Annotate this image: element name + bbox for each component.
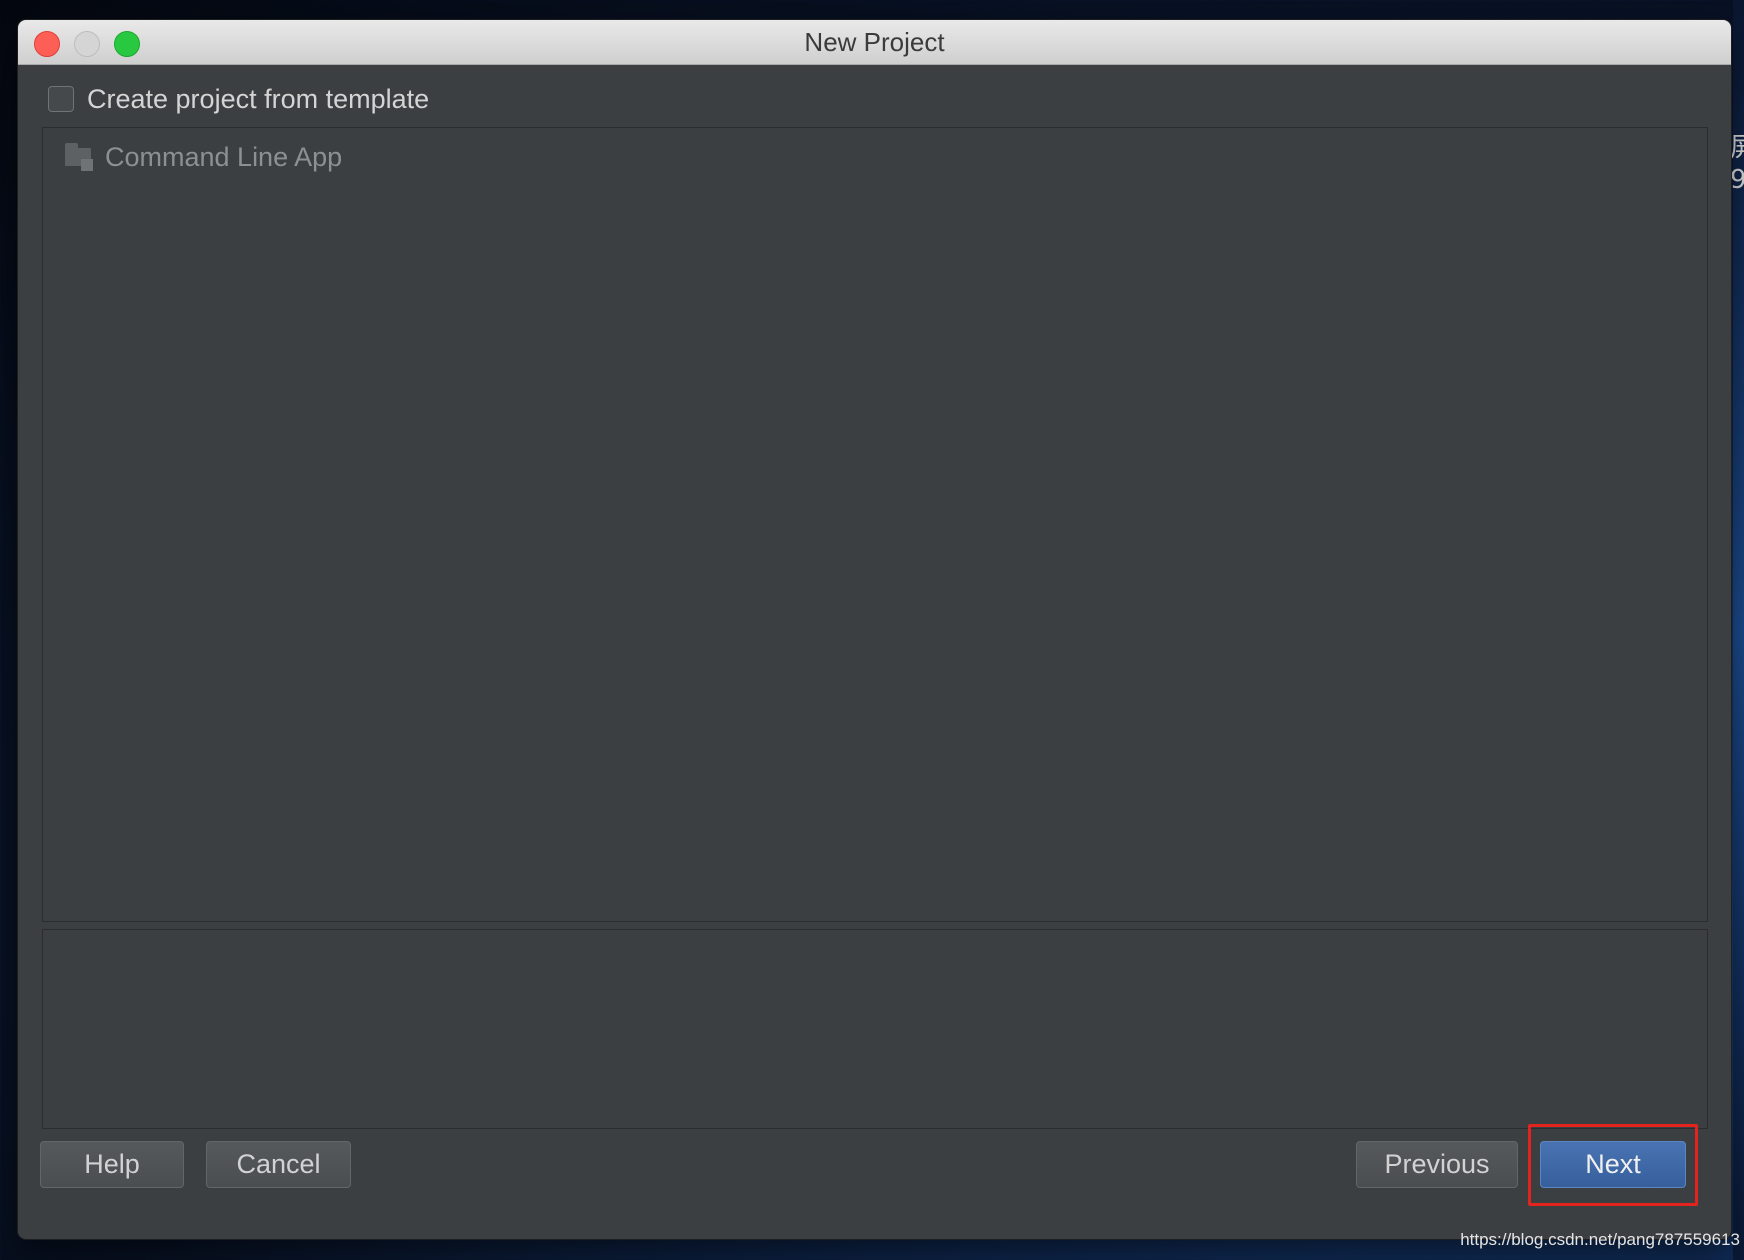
template-list[interactable]: Command Line App [42,127,1708,922]
template-item-command-line-app[interactable]: Command Line App [65,141,342,173]
folder-icon [65,143,95,171]
watermark: https://blog.csdn.net/pang787559613 [1460,1230,1740,1249]
next-button-highlight [1528,1124,1698,1206]
desktop-background-text: 屏 9 [1730,133,1744,195]
template-item-label: Command Line App [105,141,343,172]
create-from-template-option[interactable]: Create project from template [48,82,429,116]
cancel-button[interactable]: Cancel [206,1141,351,1188]
create-from-template-checkbox[interactable] [48,86,74,112]
title-bar[interactable]: New Project [18,20,1731,65]
template-description-panel [42,929,1708,1129]
new-project-dialog: New Project Create project from template… [18,20,1731,1239]
previous-button[interactable]: Previous [1356,1141,1518,1188]
help-button[interactable]: Help [40,1141,184,1188]
window-title: New Project [804,27,945,57]
create-from-template-label: Create project from template [87,83,430,114]
